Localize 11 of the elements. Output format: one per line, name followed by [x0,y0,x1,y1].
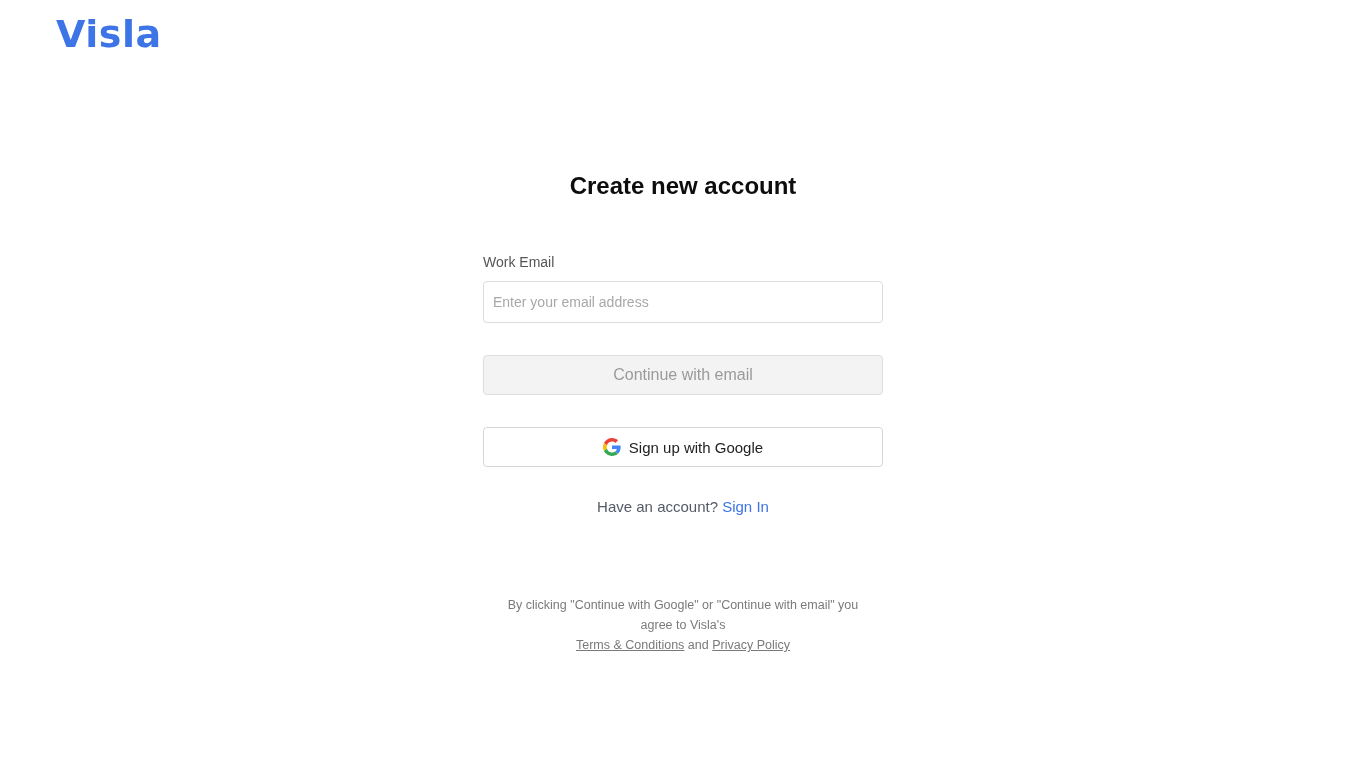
page-title: Create new account [568,171,798,201]
terms-link[interactable]: Terms & Conditions [576,638,685,652]
field-label: Work Email [483,253,556,272]
legal-links-line: Terms & Conditions and Privacy Policy [575,637,791,654]
privacy-link[interactable]: Privacy Policy [712,638,790,652]
sign-in-link[interactable]: Sign In [722,498,769,515]
logo[interactable]: Visla [56,12,162,56]
signin-prompt: Have an account? Sign In [596,497,770,517]
email-input[interactable]: Enter your email address [483,281,883,323]
google-g-icon [602,438,621,456]
google-signup-button[interactable]: Sign up with Google [483,427,883,467]
